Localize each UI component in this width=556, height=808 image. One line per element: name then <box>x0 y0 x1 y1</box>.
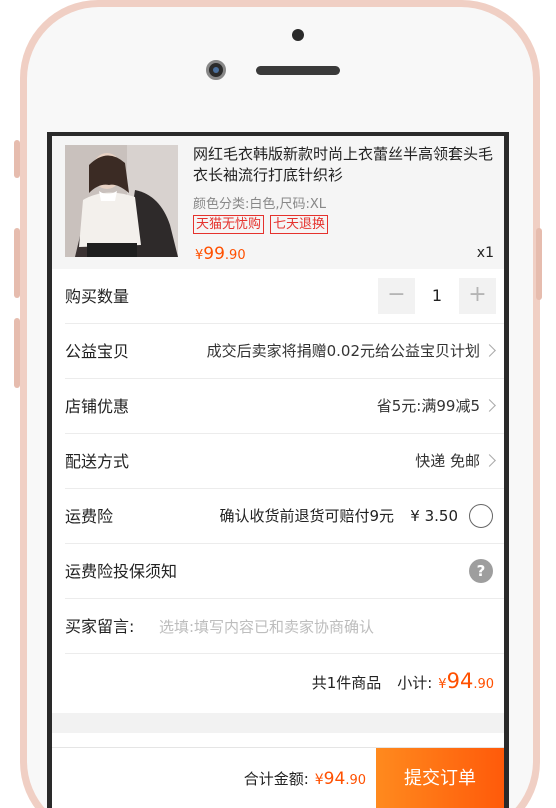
shipping-insurance-row: 运费险 确认收货前退货可赔付9元 ¥ 3.50 <box>65 489 504 544</box>
delivery-value: 快递 免邮 <box>415 452 480 470</box>
section-divider <box>52 713 504 733</box>
product-sku: 颜色分类:白色,尺码:XL <box>193 197 327 212</box>
decrease-button[interactable]: − <box>378 278 415 314</box>
subtotal-integer: 94 <box>446 669 474 693</box>
total-amount: 合计金额: ¥94.90 <box>244 748 366 808</box>
subtotal-label: 小计: <box>397 674 433 692</box>
chevron-right-icon <box>483 344 496 357</box>
product-card[interactable]: 网红毛衣韩版新款时尚上衣蕾丝半高领套头毛衣长袖流行打底针织衫 颜色分类:白色,尺… <box>52 136 504 269</box>
total-decimal: .90 <box>345 773 366 788</box>
total-integer: 94 <box>323 769 346 789</box>
buyer-message-input[interactable] <box>159 599 479 654</box>
chevron-right-icon <box>483 454 496 467</box>
subtotal-decimal: .90 <box>473 677 494 692</box>
power-button <box>536 228 542 300</box>
subtotal-currency: ¥ <box>438 677 447 692</box>
service-tags: 天猫无忧购 七天退换 <box>193 215 329 234</box>
store-coupon-value: 省5元:满99减5 <box>376 397 480 415</box>
insurance-notice-label: 运费险投保须知 <box>65 562 178 581</box>
phone-screen: 网红毛衣韩版新款时尚上衣蕾丝半高领套头毛衣长袖流行打底针织衫 颜色分类:白色,尺… <box>47 132 509 808</box>
charity-value: 成交后卖家将捐赠0.02元给公益宝贝计划 <box>206 342 480 360</box>
delivery-label: 配送方式 <box>65 452 130 471</box>
proximity-sensor <box>292 29 304 41</box>
chevron-right-icon <box>483 399 496 412</box>
item-count: 共1件商品 <box>311 674 382 692</box>
submit-order-button[interactable]: 提交订单 <box>376 748 504 808</box>
increase-button[interactable]: + <box>459 278 496 314</box>
insurance-notice-row[interactable]: 运费险投保须知 ? <box>65 544 504 599</box>
buyer-message-label: 买家留言: <box>65 617 135 636</box>
buyer-message-row: 买家留言: <box>65 599 504 654</box>
checkout-bar: 合计金额: ¥94.90 提交订单 <box>52 747 504 808</box>
tag-worry-free: 天猫无忧购 <box>193 215 265 234</box>
shipping-insurance-price: ¥ 3.50 <box>410 507 458 525</box>
delivery-row[interactable]: 配送方式 快递 免邮 <box>65 434 504 489</box>
total-label: 合计金额: <box>243 770 309 788</box>
total-currency: ¥ <box>314 772 324 788</box>
price-integer: 99 <box>203 244 225 264</box>
price-decimal: .90 <box>224 248 246 263</box>
quantity-label: 购买数量 <box>65 287 130 306</box>
mute-switch <box>14 140 20 178</box>
order-confirm-page: 网红毛衣韩版新款时尚上衣蕾丝半高领套头毛衣长袖流行打底针织衫 颜色分类:白色,尺… <box>52 136 504 808</box>
store-coupon-label: 店铺优惠 <box>65 397 130 416</box>
shipping-insurance-radio[interactable] <box>469 504 493 528</box>
question-icon[interactable]: ? <box>469 559 493 583</box>
shipping-insurance-desc: 确认收货前退货可赔付9元 <box>219 507 394 525</box>
volume-up-button <box>14 228 20 298</box>
charity-label: 公益宝贝 <box>65 342 130 361</box>
front-camera-icon <box>206 60 226 80</box>
earpiece-speaker <box>256 66 340 75</box>
product-quantity: x1 <box>476 245 494 261</box>
subtotal: 共1件商品 小计: ¥94.90 <box>312 654 494 712</box>
quantity-value[interactable]: 1 <box>415 278 459 314</box>
volume-down-button <box>14 318 20 388</box>
product-thumbnail[interactable] <box>65 145 178 257</box>
store-coupon-row[interactable]: 店铺优惠 省5元:满99减5 <box>65 379 504 434</box>
tag-seven-day-return: 七天退换 <box>270 215 329 234</box>
product-price: ¥99.90 <box>195 244 246 264</box>
charity-row[interactable]: 公益宝贝 成交后卖家将捐赠0.02元给公益宝贝计划 <box>65 324 504 379</box>
product-photo-icon <box>65 145 178 257</box>
quantity-stepper: − 1 + <box>378 278 496 314</box>
shipping-insurance-label: 运费险 <box>65 507 114 526</box>
product-title[interactable]: 网红毛衣韩版新款时尚上衣蕾丝半高领套头毛衣长袖流行打底针织衫 <box>193 144 493 186</box>
subtotal-row: 共1件商品 小计: ¥94.90 <box>65 654 504 709</box>
quantity-row: 购买数量 − 1 + <box>65 269 504 324</box>
